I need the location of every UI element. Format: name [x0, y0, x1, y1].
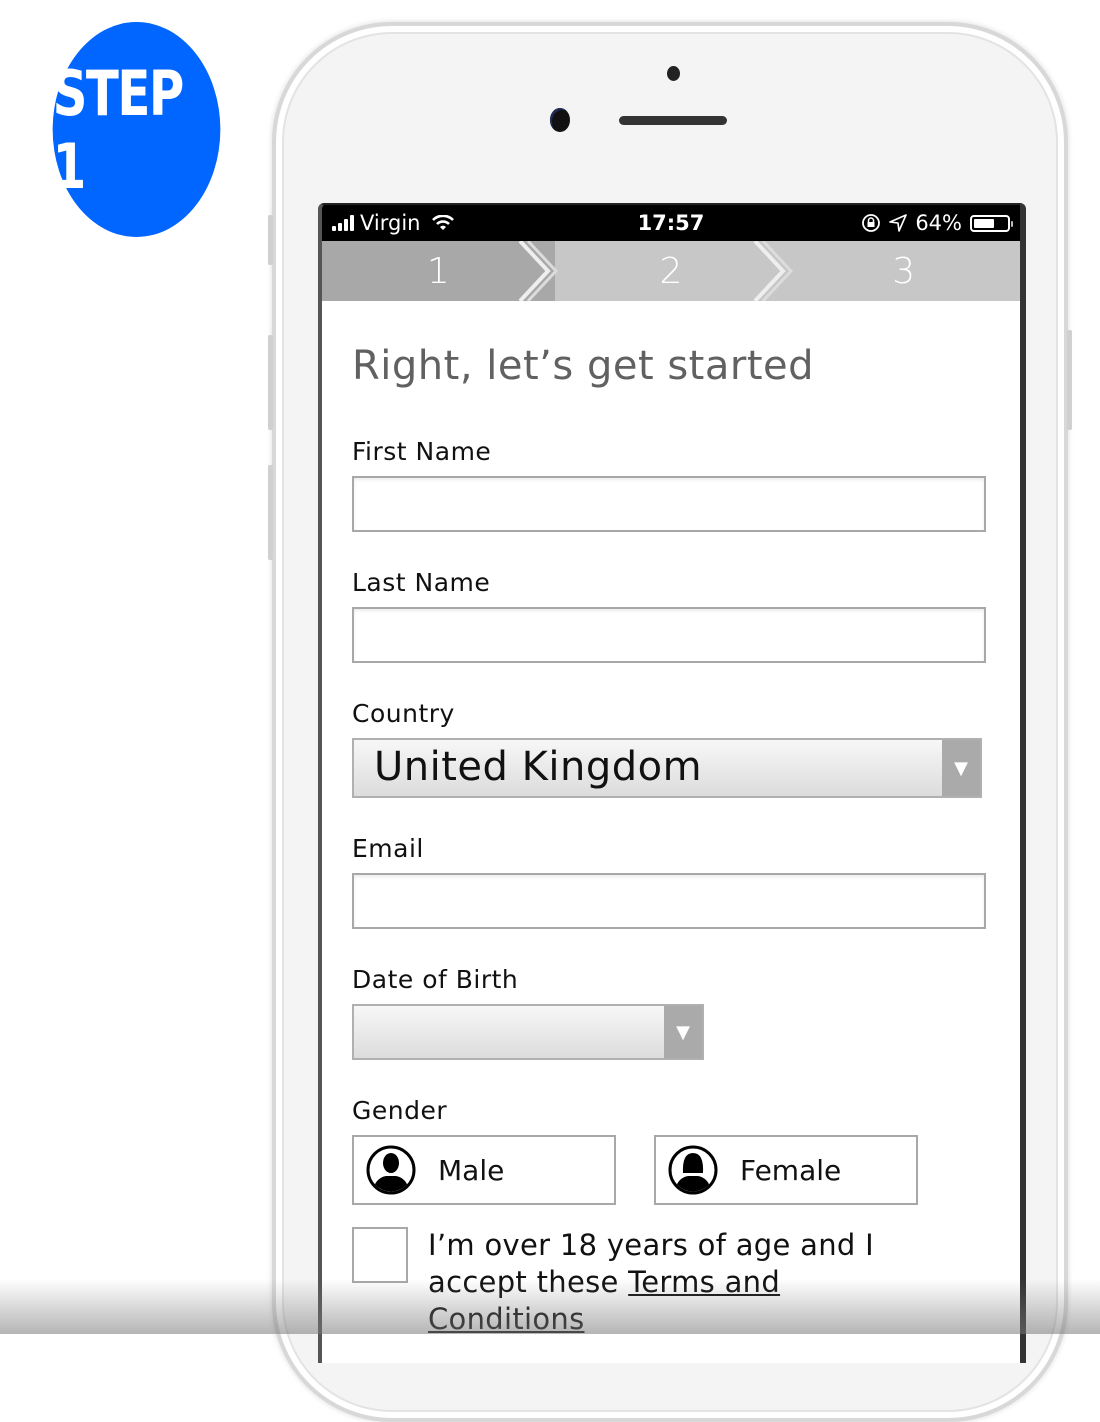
- chevron-right-icon: [518, 241, 558, 301]
- battery-icon: [970, 214, 1013, 232]
- progress-steps: 1 2 3: [322, 241, 1020, 301]
- dob-select[interactable]: ▼: [352, 1004, 704, 1060]
- terms-text: I’m over 18 years of age and I accept th…: [428, 1228, 875, 1336]
- step-badge-label: STEP 1: [52, 56, 185, 203]
- phone-speaker: [619, 116, 727, 125]
- phone-volume-up-button: [268, 335, 273, 430]
- country-select[interactable]: United Kingdom ▼: [352, 738, 982, 798]
- email-label: Email: [352, 834, 424, 863]
- gender-male-button[interactable]: Male: [352, 1135, 616, 1205]
- dropdown-arrow-icon: ▼: [942, 740, 980, 796]
- terms-checkbox[interactable]: [352, 1227, 408, 1283]
- phone-front-camera: [550, 108, 570, 132]
- battery-percent: 64%: [915, 211, 962, 235]
- phone-volume-down-button: [268, 465, 273, 560]
- page-title: Right, let’s get started: [352, 343, 814, 389]
- male-avatar-icon: [366, 1145, 416, 1195]
- gender-female-button[interactable]: Female: [654, 1135, 918, 1205]
- last-name-label: Last Name: [352, 568, 491, 597]
- gender-female-label: Female: [740, 1153, 842, 1187]
- phone-power-button: [1067, 330, 1072, 430]
- dob-label: Date of Birth: [352, 965, 519, 994]
- rotation-lock-icon: [862, 214, 881, 232]
- email-input[interactable]: [352, 873, 986, 929]
- first-name-input[interactable]: [352, 476, 986, 532]
- phone-screen: Virgin 17:57 64% 1 2 3 Right, let’s get …: [318, 203, 1026, 1363]
- phone-mute-switch: [268, 215, 273, 265]
- signup-form: Right, let’s get started First Name Last…: [322, 301, 1020, 1338]
- country-label: Country: [352, 699, 455, 728]
- chevron-right-icon: [753, 241, 793, 301]
- step-badge: STEP 1: [52, 22, 221, 237]
- progress-step-3: 3: [892, 250, 916, 292]
- female-avatar-icon: [668, 1145, 718, 1195]
- last-name-input[interactable]: [352, 607, 986, 663]
- phone-sensor: [667, 66, 680, 81]
- gender-options: Male Female: [352, 1135, 990, 1205]
- terms-row: I’m over 18 years of age and I accept th…: [352, 1227, 990, 1338]
- status-bar: Virgin 17:57 64%: [322, 205, 1020, 241]
- first-name-label: First Name: [352, 437, 492, 466]
- country-select-value: United Kingdom: [374, 744, 703, 790]
- location-icon: [889, 214, 908, 232]
- gender-label: Gender: [352, 1096, 448, 1125]
- dropdown-arrow-icon: ▼: [664, 1006, 702, 1058]
- gender-male-label: Male: [438, 1153, 505, 1187]
